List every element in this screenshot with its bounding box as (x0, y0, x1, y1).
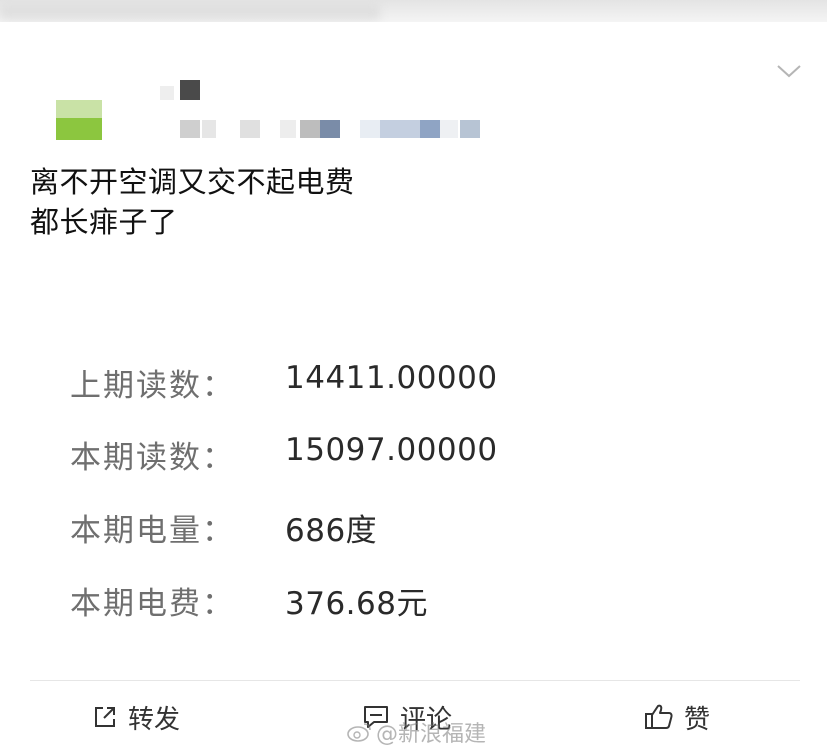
watermark: @新浪福建 (346, 716, 486, 748)
top-strip (0, 0, 827, 22)
post-text-line: 都长痱子了 (30, 205, 178, 239)
like-button[interactable]: 赞 (644, 697, 710, 737)
post-text: 离不开空调又交不起电费 都长痱子了 (30, 162, 355, 242)
like-label: 赞 (684, 704, 711, 735)
weibo-logo-icon (347, 723, 371, 742)
watermark-text: @新浪福建 (376, 722, 487, 747)
bill-label: 上期读数： (70, 368, 235, 404)
bill-label: 本期电量： (70, 513, 235, 549)
electricity-bill-image[interactable]: 上期读数： 14411.00000 本期读数： 15097.00000 本期电量… (28, 300, 798, 660)
bill-value: 14411.00000 (285, 360, 498, 396)
bill-value: 15097.00000 (285, 432, 498, 468)
bill-label: 本期读数： (70, 440, 235, 476)
repost-button[interactable]: 转发 (92, 697, 180, 737)
post-text-line: 离不开空调又交不起电费 (30, 165, 355, 199)
avatar[interactable] (56, 100, 102, 142)
blurred-header-text (0, 4, 380, 20)
bill-value: 686度 (285, 513, 378, 549)
action-bar-divider (30, 680, 800, 681)
thumbs-up-icon (645, 704, 673, 729)
chevron-down-icon[interactable] (774, 60, 804, 80)
bill-value: 376.68元 (285, 586, 428, 622)
repost-label: 转发 (128, 704, 181, 735)
share-icon (95, 707, 115, 727)
bill-label: 本期电费： (70, 586, 235, 622)
